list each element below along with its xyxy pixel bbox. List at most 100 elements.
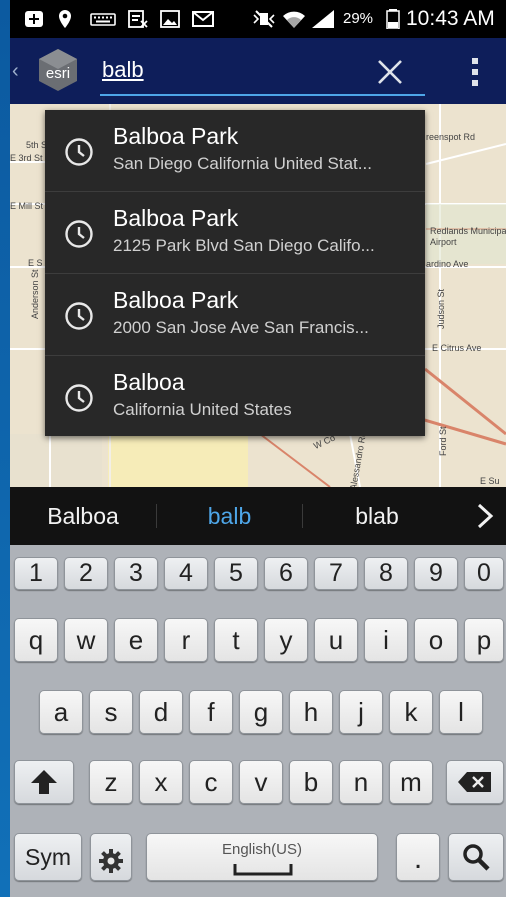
map-label: E 3rd St — [10, 153, 43, 163]
key-w[interactable]: w — [64, 618, 108, 662]
key-5[interactable]: 5 — [214, 557, 258, 590]
key-p[interactable]: p — [464, 618, 504, 662]
backspace-icon — [458, 772, 491, 792]
suggestion-item[interactable]: Balboa Park 2000 San Jose Ave San Franci… — [45, 274, 425, 356]
history-clock-icon — [65, 220, 93, 248]
search-suggestions: Balboa Park San Diego California United … — [45, 110, 425, 436]
esri-logo[interactable]: esri — [37, 48, 79, 92]
search-underline — [100, 94, 425, 96]
sym-key[interactable]: Sym — [14, 833, 82, 881]
key-r[interactable]: r — [164, 618, 208, 662]
app-bar: ‹ esri — [10, 38, 506, 104]
key-a[interactable]: a — [39, 690, 83, 734]
key-6[interactable]: 6 — [264, 557, 308, 590]
logo-text: esri — [46, 65, 70, 82]
key-8[interactable]: 8 — [364, 557, 408, 590]
suggestion-item[interactable]: Balboa Park San Diego California United … — [45, 110, 425, 192]
key-f[interactable]: f — [189, 690, 233, 734]
suggestion-title: Balboa Park — [113, 123, 239, 149]
battery-icon — [386, 9, 400, 29]
settings-key[interactable] — [90, 833, 132, 881]
map-label: ardino Ave — [426, 259, 469, 269]
map-label: Airport — [430, 237, 457, 247]
space-language-label: English(US) — [221, 841, 303, 858]
map-label: E Mill St — [10, 201, 44, 211]
gallery-icon — [160, 10, 180, 28]
key-0[interactable]: 0 — [464, 557, 504, 590]
key-l[interactable]: l — [439, 690, 483, 734]
key-k[interactable]: k — [389, 690, 433, 734]
history-clock-icon — [65, 384, 93, 412]
search-key[interactable] — [448, 833, 504, 881]
key-b[interactable]: b — [289, 760, 333, 804]
key-c[interactable]: c — [189, 760, 233, 804]
clear-search-icon[interactable] — [374, 56, 406, 88]
soft-keyboard: 1 2 3 4 5 6 7 8 9 0 q w e r t y u i o p … — [10, 545, 506, 897]
space-key[interactable]: English(US) — [146, 833, 378, 881]
keyboard-prediction-bar: Balboa balb blab — [10, 487, 506, 545]
screenshot-icon — [128, 10, 148, 28]
key-y[interactable]: y — [264, 618, 308, 662]
backspace-key[interactable] — [446, 760, 504, 804]
key-n[interactable]: n — [339, 760, 383, 804]
suggestion-title: Balboa — [113, 369, 185, 395]
map-label: Anderson St — [30, 269, 40, 319]
left-edge — [0, 0, 10, 897]
back-chevron-icon[interactable]: ‹ — [12, 60, 19, 82]
key-7[interactable]: 7 — [314, 557, 358, 590]
suggestion-title: Balboa Park — [113, 205, 239, 231]
chevron-right-icon[interactable] — [473, 502, 497, 530]
gmail-icon — [192, 11, 214, 27]
clock-time: 10:43 AM — [406, 7, 495, 30]
wifi-icon — [283, 11, 305, 28]
map-label: Ford St — [438, 426, 448, 456]
key-v[interactable]: v — [239, 760, 283, 804]
mute-icon — [253, 10, 275, 28]
key-i[interactable]: i — [364, 618, 408, 662]
key-j[interactable]: j — [339, 690, 383, 734]
key-d[interactable]: d — [139, 690, 183, 734]
period-key[interactable]: . — [396, 833, 440, 881]
suggestion-subtitle: San Diego California United Stat... — [113, 154, 372, 173]
search-icon — [463, 844, 490, 871]
prediction-option[interactable]: blab — [303, 487, 451, 545]
suggestion-title: Balboa Park — [113, 287, 239, 313]
map-label: E Su — [480, 476, 500, 486]
add-notification-icon — [25, 11, 43, 27]
space-bar-icon — [233, 864, 293, 876]
signal-icon — [312, 10, 334, 28]
history-clock-icon — [65, 302, 93, 330]
key-g[interactable]: g — [239, 690, 283, 734]
key-x[interactable]: x — [139, 760, 183, 804]
map-label: E Citrus Ave — [432, 343, 482, 353]
overflow-menu-icon[interactable] — [468, 56, 482, 88]
map-label: Judson St — [436, 288, 446, 329]
search-input[interactable] — [100, 54, 374, 86]
prediction-option[interactable]: Balboa — [10, 487, 156, 545]
key-t[interactable]: t — [214, 618, 258, 662]
key-s[interactable]: s — [89, 690, 133, 734]
key-3[interactable]: 3 — [114, 557, 158, 590]
key-9[interactable]: 9 — [414, 557, 458, 590]
key-o[interactable]: o — [414, 618, 458, 662]
key-m[interactable]: m — [389, 760, 433, 804]
key-2[interactable]: 2 — [64, 557, 108, 590]
key-1[interactable]: 1 — [14, 557, 58, 590]
key-4[interactable]: 4 — [164, 557, 208, 590]
suggestion-item[interactable]: Balboa California United States — [45, 356, 425, 438]
keyboard-icon — [90, 13, 116, 26]
key-u[interactable]: u — [314, 618, 358, 662]
key-z[interactable]: z — [89, 760, 133, 804]
shift-key[interactable] — [14, 760, 74, 804]
gear-icon — [99, 849, 123, 873]
suggestion-subtitle: 2125 Park Blvd San Diego Califo... — [113, 236, 375, 255]
key-q[interactable]: q — [14, 618, 58, 662]
status-bar: 29% 10:43 AM — [10, 0, 506, 38]
key-h[interactable]: h — [289, 690, 333, 734]
key-e[interactable]: e — [114, 618, 158, 662]
map-label: Redlands Municipal — [430, 226, 506, 236]
prediction-option-selected[interactable]: balb — [157, 487, 302, 545]
map-label: E S — [28, 258, 43, 268]
shift-arrow-icon — [31, 770, 57, 794]
suggestion-item[interactable]: Balboa Park 2125 Park Blvd San Diego Cal… — [45, 192, 425, 274]
